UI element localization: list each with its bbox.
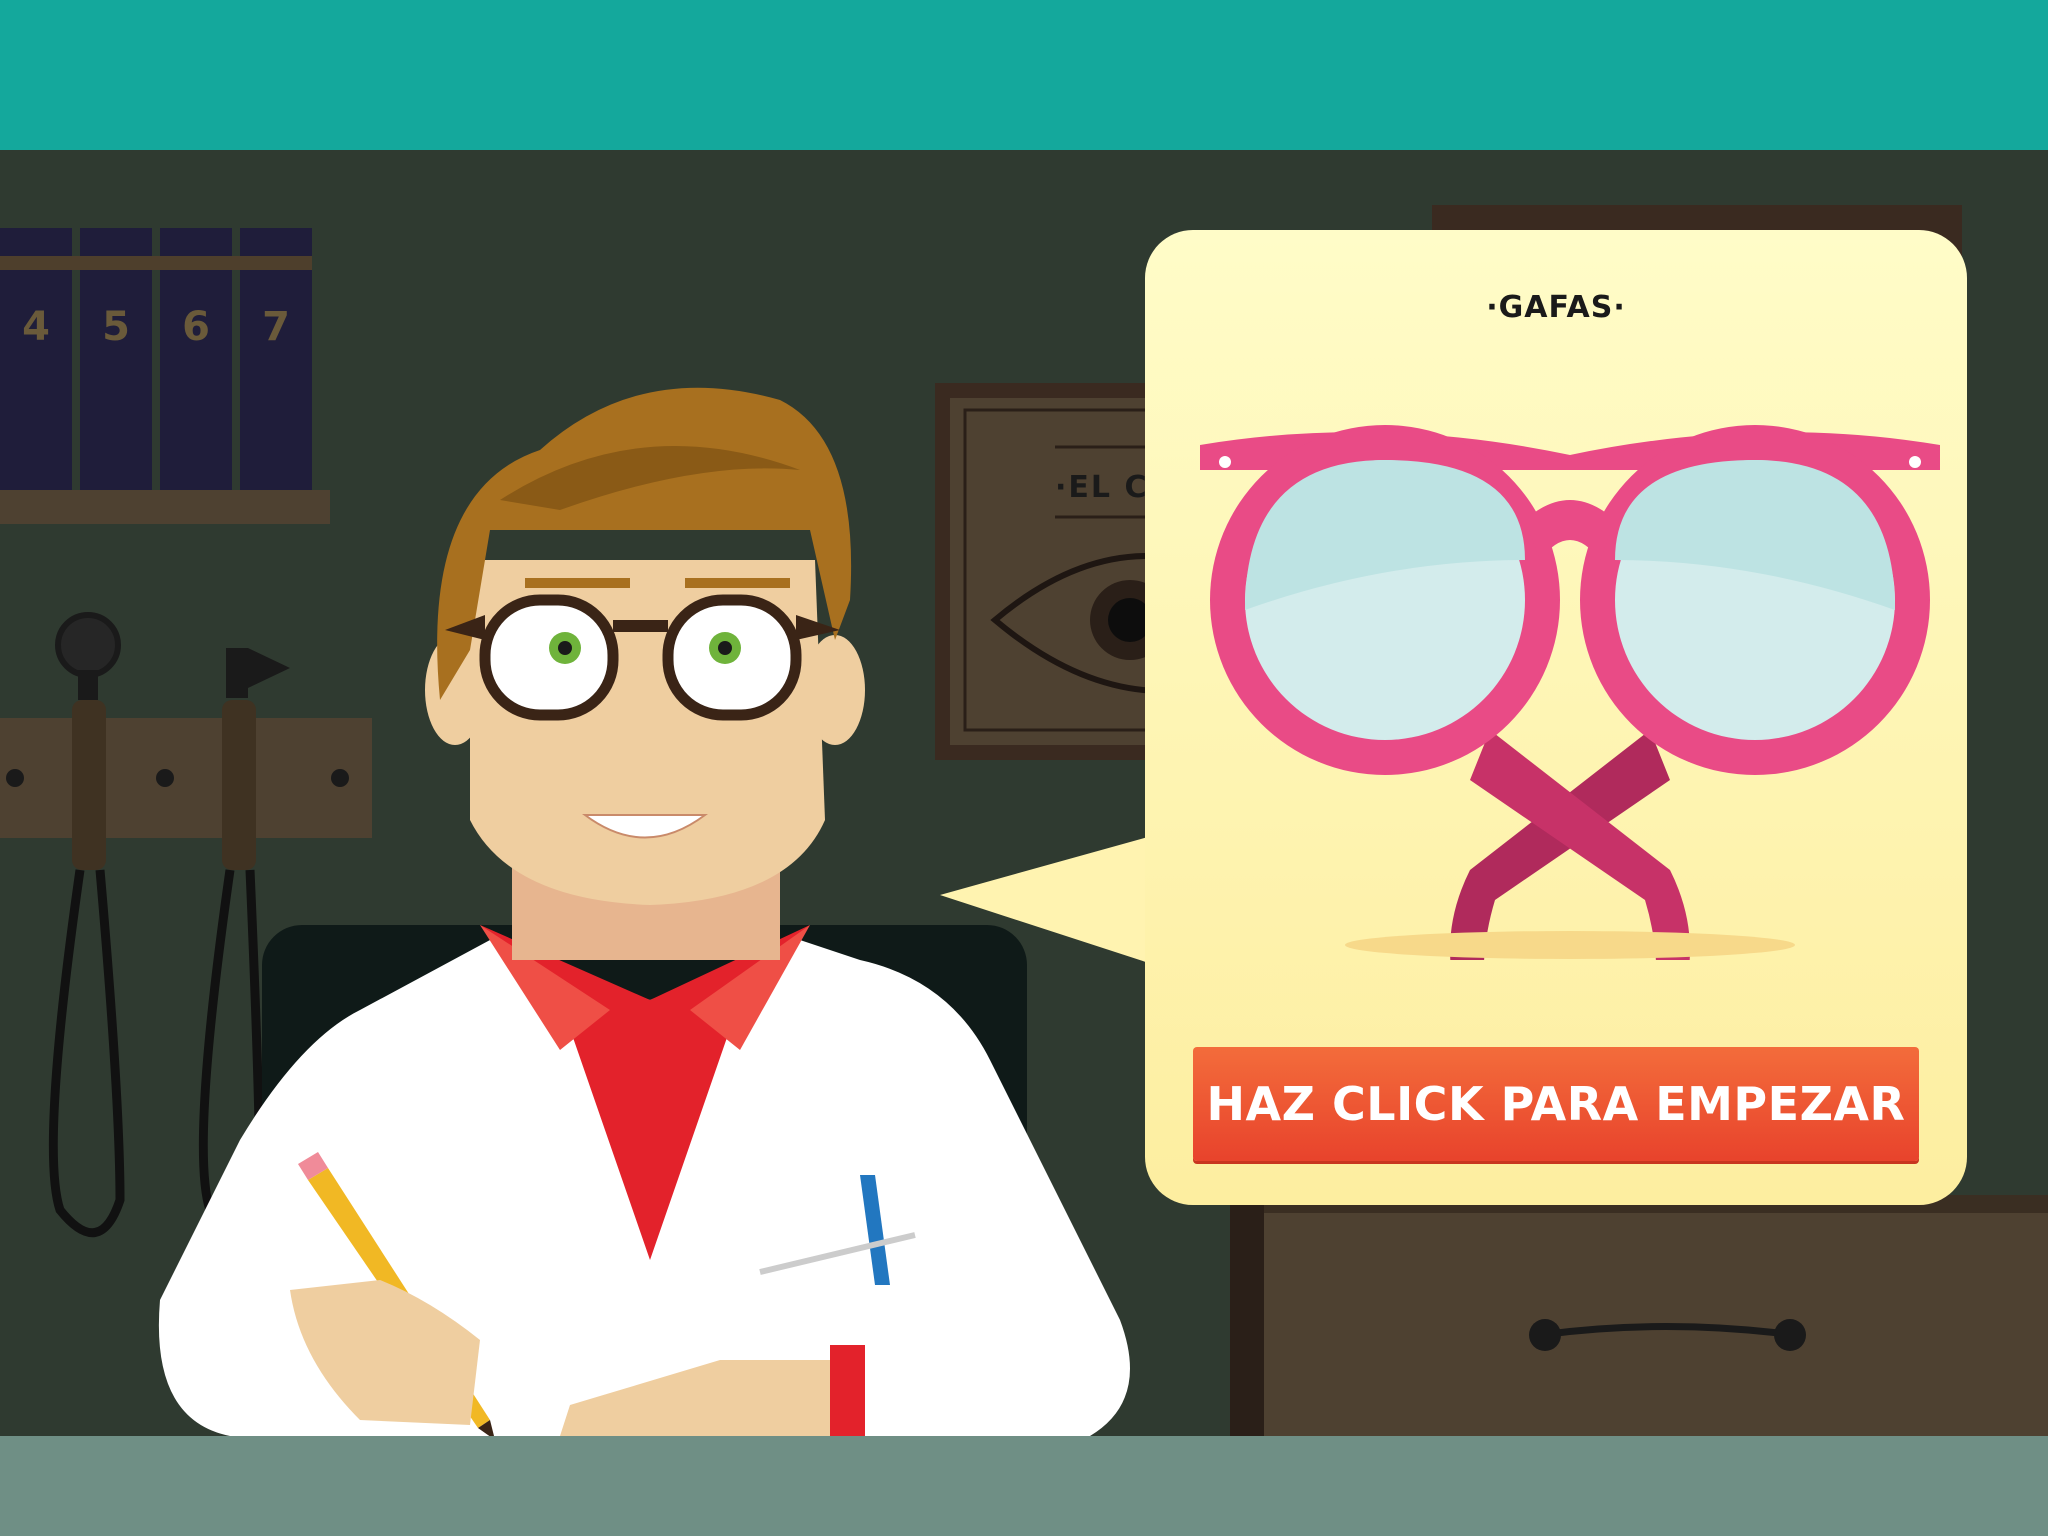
book-volume-6: 6 (182, 304, 210, 350)
book-volume-7: 7 (262, 304, 290, 350)
speech-bubble: ·GAFAS· HAZ CLICK PARA EMPEZAR (1145, 230, 1967, 1205)
bubble-title: ·GAFAS· (1486, 290, 1626, 325)
bookshelf: 4 5 6 7 (0, 228, 330, 524)
book-volume-5: 5 (102, 304, 130, 350)
eye-chart-label: ·EL C (1055, 470, 1148, 505)
desk-surface (0, 1436, 2048, 1536)
top-bar (0, 0, 2048, 150)
bubble-tail (940, 835, 1155, 965)
glasses-icon (1200, 425, 1940, 960)
start-button[interactable]: HAZ CLICK PARA EMPEZAR (1193, 1047, 1919, 1161)
cabinet (1230, 1195, 2048, 1445)
book-volume-4: 4 (22, 304, 50, 350)
